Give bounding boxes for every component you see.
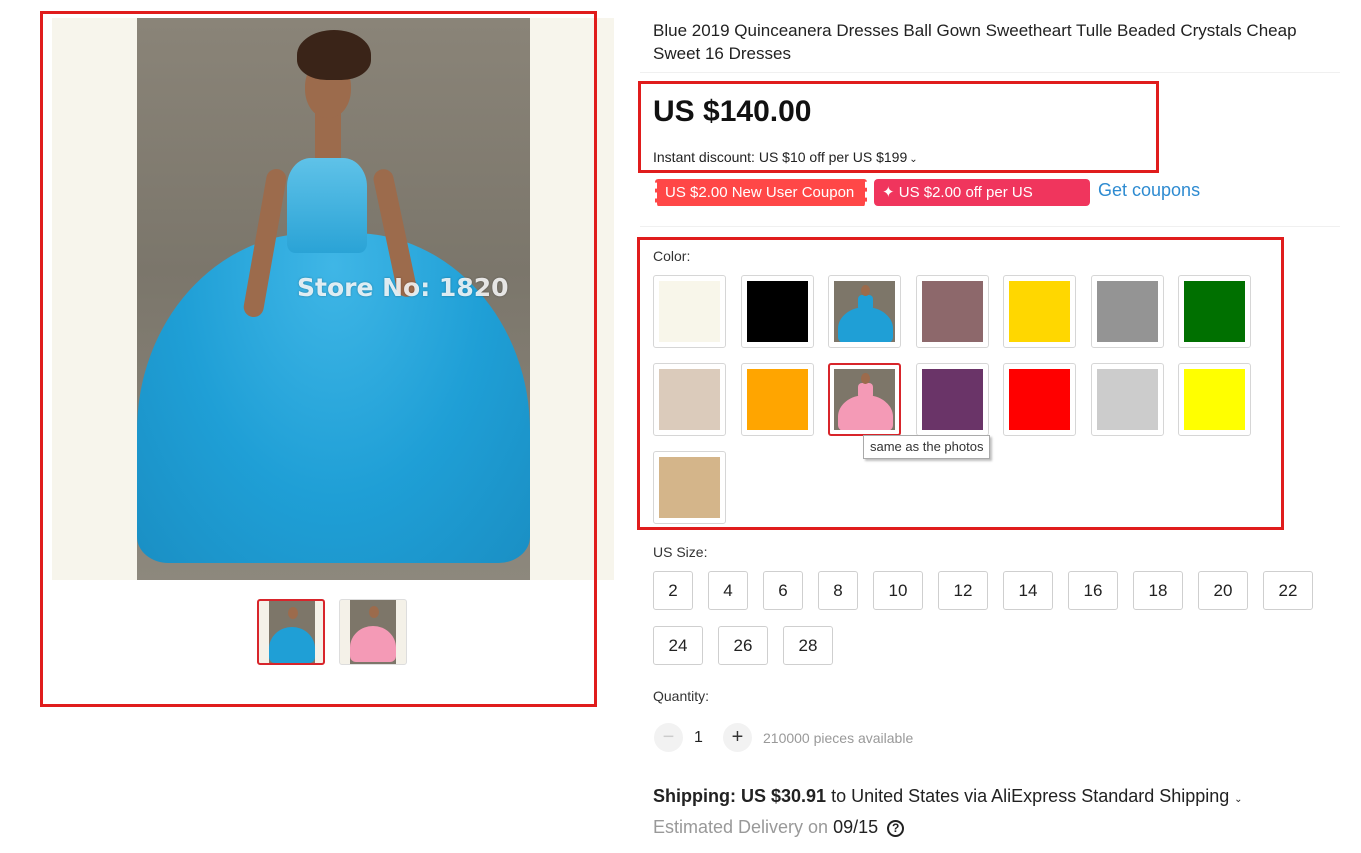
swatch-head	[861, 373, 870, 384]
new-user-coupon[interactable]: US $2.00 New User Coupon	[655, 179, 867, 206]
swatch-dress	[838, 395, 893, 430]
swatch-color	[747, 369, 808, 430]
color-swatch[interactable]	[1091, 363, 1164, 436]
shipping-info[interactable]: Shipping: US $30.91 to United States via…	[653, 786, 1242, 807]
estimated-delivery-prefix: Estimated Delivery on	[653, 817, 829, 837]
color-swatch[interactable]	[653, 363, 726, 436]
model-photo: Store No: 1820	[137, 18, 530, 580]
color-swatch[interactable]	[1003, 275, 1076, 348]
size-option-26[interactable]: 26	[718, 626, 768, 665]
color-swatch[interactable]	[828, 275, 901, 348]
swatch-bodice	[858, 295, 873, 311]
divider	[640, 226, 1340, 227]
shipping-amount: US $30.91	[741, 786, 827, 806]
size-option-4[interactable]: 4	[708, 571, 748, 610]
color-swatch[interactable]	[741, 363, 814, 436]
size-option-2[interactable]: 2	[653, 571, 693, 610]
swatch-color	[1097, 369, 1158, 430]
swatch-color	[659, 457, 720, 518]
swatch-color	[1097, 281, 1158, 342]
size-option-28[interactable]: 28	[783, 626, 833, 665]
color-swatch[interactable]	[741, 275, 814, 348]
size-option-6[interactable]: 6	[763, 571, 803, 610]
chevron-down-icon: ⌄	[1231, 794, 1243, 805]
color-swatch[interactable]	[916, 275, 989, 348]
estimated-delivery: Estimated Delivery on 09/15 ?	[653, 817, 905, 838]
store-watermark: Store No: 1820	[297, 273, 509, 302]
swatch-color	[922, 369, 983, 430]
swatch-dress	[838, 307, 893, 342]
swatch-color	[1009, 369, 1070, 430]
swatch-photo	[834, 281, 895, 342]
color-swatch[interactable]	[1091, 275, 1164, 348]
thumbnail-pink[interactable]	[339, 599, 407, 665]
instant-discount[interactable]: Instant discount: US $10 off per US $199…	[653, 149, 918, 165]
color-swatch[interactable]	[1178, 275, 1251, 348]
size-option-10[interactable]: 10	[873, 571, 923, 610]
size-option-12[interactable]: 12	[938, 571, 988, 610]
color-swatch[interactable]	[1178, 363, 1251, 436]
thumbnail-blue[interactable]	[257, 599, 325, 665]
size-option-8[interactable]: 8	[818, 571, 858, 610]
swatch-color	[1184, 281, 1245, 342]
thumbnail-dress	[350, 626, 396, 662]
shipping-details: to United States via AliExpress Standard…	[831, 786, 1230, 806]
swatch-color	[659, 369, 720, 430]
swatch-color	[1009, 281, 1070, 342]
swatch-color	[747, 281, 808, 342]
color-swatch[interactable]	[828, 363, 901, 436]
instant-discount-text: Instant discount: US $10 off per US $199	[653, 149, 908, 165]
color-swatch[interactable]	[1003, 363, 1076, 436]
swatch-color	[922, 281, 983, 342]
quantity-decrease-button[interactable]: −	[654, 723, 683, 752]
hair	[297, 30, 371, 80]
size-option-20[interactable]: 20	[1198, 571, 1248, 610]
thumbnail-dress	[269, 627, 315, 663]
color-swatch[interactable]	[653, 275, 726, 348]
quantity-value[interactable]: 1	[694, 729, 703, 747]
size-option-22[interactable]: 22	[1263, 571, 1313, 610]
size-option-16[interactable]: 16	[1068, 571, 1118, 610]
divider	[640, 72, 1340, 73]
main-product-image[interactable]: Store No: 1820	[52, 18, 614, 580]
color-label: Color:	[653, 248, 691, 264]
shipping-label: Shipping:	[653, 786, 736, 806]
chevron-down-icon: ⌄	[909, 154, 918, 165]
color-swatch[interactable]	[653, 451, 726, 524]
quantity-increase-button[interactable]: +	[723, 723, 752, 752]
swatch-photo	[834, 369, 895, 430]
get-coupons-link[interactable]: Get coupons	[1098, 180, 1200, 201]
pieces-available: 210000 pieces available	[763, 730, 914, 746]
size-option-14[interactable]: 14	[1003, 571, 1053, 610]
swatch-color	[659, 281, 720, 342]
swatch-color	[1184, 369, 1245, 430]
size-option-24[interactable]: 24	[653, 626, 703, 665]
swatch-tooltip: same as the photos	[863, 435, 991, 459]
question-circle-icon[interactable]: ?	[887, 820, 905, 837]
gown-bodice	[287, 158, 367, 253]
color-swatch[interactable]	[916, 363, 989, 436]
size-label: US Size:	[653, 544, 708, 560]
store-coupon[interactable]: ✦ US $2.00 off per US $15.00	[874, 179, 1090, 228]
estimated-delivery-date: 09/15	[833, 817, 879, 837]
swatch-head	[861, 285, 870, 296]
neck	[315, 113, 341, 161]
quantity-label: Quantity:	[653, 688, 710, 704]
swatch-bodice	[858, 383, 873, 399]
size-option-18[interactable]: 18	[1133, 571, 1183, 610]
product-price: US $140.00	[653, 95, 812, 128]
product-title: Blue 2019 Quinceanera Dresses Ball Gown …	[653, 21, 1297, 63]
